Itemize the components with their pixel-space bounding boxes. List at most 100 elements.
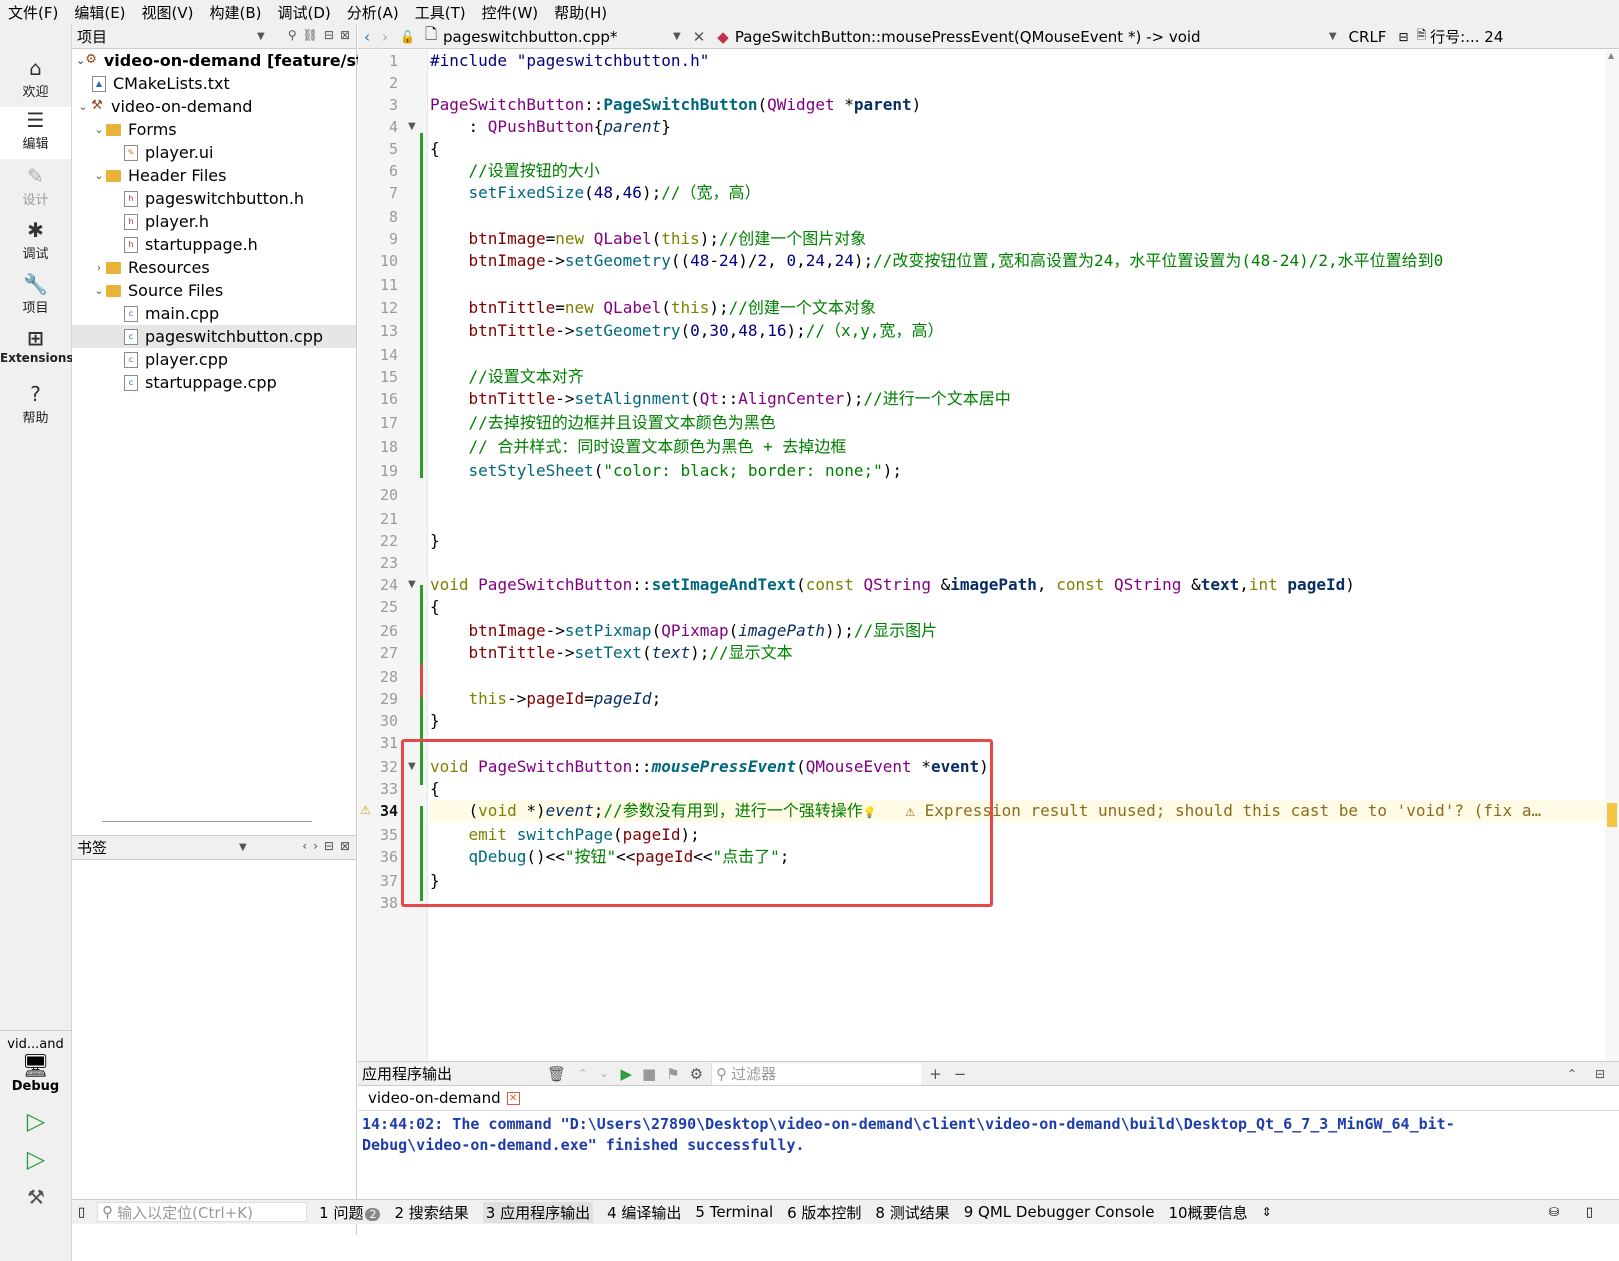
locator-input[interactable]: ⚲ 输入以定位(Ctrl+K) (97, 1202, 308, 1222)
line-number[interactable]: 15 (358, 366, 398, 388)
chevron-down-icon[interactable]: ⌄ (76, 95, 90, 118)
line-number[interactable]: 9 (358, 228, 398, 250)
build-hammer-icon[interactable]: ⚒ (22, 1183, 50, 1211)
close-icon[interactable]: ✕ (693, 28, 706, 46)
mode-design[interactable]: ✎ 设计 (0, 163, 71, 215)
mode-edit[interactable]: ☰ 编辑 (0, 107, 71, 159)
line-number[interactable]: 28 (358, 666, 398, 688)
more-tabs-icon[interactable]: ⇕ (1262, 1205, 1272, 1219)
mode-welcome[interactable]: ⌂ 欢迎 (0, 55, 71, 107)
tree-item-pageswitchbutton-h[interactable]: h pageswitchbutton.h (72, 187, 356, 210)
debug-run-icon[interactable]: ▷ (22, 1145, 50, 1173)
dropdown-arrow-icon[interactable]: ▼ (1329, 31, 1337, 42)
line-number[interactable]: 27 (358, 642, 398, 664)
chevron-up-icon[interactable]: ⌃ (578, 1067, 587, 1080)
symbol-selector[interactable]: PageSwitchButton::mousePressEvent(QMouse… (735, 28, 1329, 46)
stop-icon[interactable]: ■ (642, 1065, 656, 1083)
line-number[interactable]: 22 (358, 530, 398, 552)
line-number[interactable]: 36 (358, 846, 398, 868)
line-number[interactable]: 23 (358, 552, 398, 574)
line-number[interactable]: 5 (358, 138, 398, 160)
code-line[interactable]: { (430, 596, 440, 618)
code-line[interactable]: #include "pageswitchbutton.h" (430, 50, 709, 72)
dropdown-arrow-icon[interactable]: ▼ (673, 31, 681, 42)
menu-controls[interactable]: 控件(W) (482, 2, 539, 23)
chevron-down-icon[interactable]: ⌄ (92, 164, 106, 187)
menu-view[interactable]: 视图(V) (142, 2, 194, 23)
line-number[interactable]: 26 (358, 620, 398, 642)
open-file-selector[interactable]: pageswitchbutton.cpp* (443, 28, 673, 46)
line-number[interactable]: 8 (358, 206, 398, 228)
line-number[interactable]: 10 (358, 250, 398, 272)
chevron-down-icon[interactable]: ⌄ (599, 1067, 608, 1080)
status-tab-terminal[interactable]: 5 Terminal (695, 1203, 773, 1221)
code-line[interactable]: } (430, 710, 440, 732)
play-icon[interactable]: ▶ (620, 1065, 632, 1083)
code-line[interactable]: { (430, 138, 440, 160)
code-line[interactable]: //去掉按钮的边框并且设置文本颜色为黑色 (430, 412, 776, 434)
status-tab-search[interactable]: 2 搜索结果 (394, 1202, 468, 1223)
code-line[interactable]: //设置文本对齐 (430, 366, 584, 388)
mode-extensions[interactable]: ⊞ Extensions (0, 325, 74, 377)
toggle-right-sidebar-icon[interactable]: ▯ (1586, 1205, 1593, 1220)
code-line[interactable]: void PageSwitchButton::setImageAndText(c… (430, 574, 1355, 596)
fold-marker-icon[interactable]: ▼ (408, 121, 416, 132)
split-icon[interactable]: ⊟ (324, 839, 334, 853)
line-number[interactable]: 6 (358, 160, 398, 182)
toggle-sidebar-icon[interactable]: ▯ (78, 1205, 85, 1220)
line-ending[interactable]: CRLF (1349, 28, 1387, 46)
line-number[interactable]: 13 (358, 320, 398, 342)
menu-help[interactable]: 帮助(H) (554, 2, 607, 23)
output-filter-input[interactable]: ⚲ 过滤器 (711, 1062, 922, 1085)
code-line[interactable]: // 合并样式：同时设置文本颜色为黑色 + 去掉边框 (430, 436, 847, 458)
line-number[interactable]: 1 (358, 50, 398, 72)
chevron-down-icon[interactable]: ⌄ (92, 279, 106, 302)
menu-debug[interactable]: 调试(D) (278, 2, 331, 23)
tree-item-forms[interactable]: ⌄ Forms (72, 118, 356, 141)
close-pane-icon[interactable]: ⊟ (1595, 1067, 1605, 1081)
code-line[interactable]: btnTittle->setGeometry(0,30,48,16);//（x,… (430, 320, 944, 342)
encoding-icon[interactable]: ⊟ (1398, 30, 1408, 44)
line-number[interactable]: 18 (358, 436, 398, 458)
scroll-up-icon[interactable]: ▲ (1608, 51, 1614, 60)
close-pane-icon[interactable]: ⊠ (340, 28, 350, 42)
code-line[interactable]: setStyleSheet("color: black; border: non… (430, 460, 903, 482)
tree-item-header-files[interactable]: ⌄ Header Files (72, 164, 356, 187)
tree-item-startuppage-cpp[interactable]: c startuppage.cpp (72, 371, 356, 394)
line-number[interactable]: 24 (358, 574, 398, 596)
link-icon[interactable]: ⛓ (303, 28, 318, 42)
minus-icon[interactable]: − (954, 1065, 967, 1083)
status-tab-compile-output[interactable]: 4 编译输出 (607, 1202, 681, 1223)
tree-item-player-cpp[interactable]: c player.cpp (72, 348, 356, 371)
mode-help[interactable]: ? 帮助 (0, 381, 71, 433)
line-number[interactable]: 37 (358, 870, 398, 892)
line-number[interactable]: 29 (358, 688, 398, 710)
chevron-right-icon[interactable]: › (92, 256, 106, 279)
code-line[interactable]: btnTittle->setAlignment(Qt::AlignCenter)… (430, 388, 1011, 410)
tree-item-startuppage-h[interactable]: h startuppage.h (72, 233, 356, 256)
code-line[interactable]: PageSwitchButton::PageSwitchButton(QWidg… (430, 94, 921, 116)
mode-projects[interactable]: 🔧 项目 (0, 271, 71, 323)
back-arrow-icon[interactable]: ‹ (364, 28, 370, 46)
attach-icon[interactable]: ⚑ (666, 1065, 679, 1083)
warning-icon[interactable]: ⚠ (360, 803, 371, 817)
line-number[interactable]: 2 (358, 72, 398, 94)
line-number[interactable]: 12 (358, 297, 398, 319)
code-line[interactable]: this->pageId=pageId; (430, 688, 662, 710)
warning-marker[interactable] (1607, 803, 1617, 827)
fold-marker-icon[interactable]: ▼ (408, 579, 416, 590)
chevron-right-icon[interactable]: › (313, 839, 318, 853)
tree-item-pageswitchbutton-cpp[interactable]: c pageswitchbutton.cpp (72, 325, 356, 348)
trash-icon[interactable]: 🗑 (547, 1065, 566, 1083)
tree-item-main-cpp[interactable]: c main.cpp (72, 302, 356, 325)
line-number[interactable]: 16 (358, 388, 398, 410)
bookmark-icon[interactable]: 🗎 (1417, 26, 1427, 47)
menu-file[interactable]: 文件(F) (8, 2, 58, 23)
line-number[interactable]: 7 (358, 182, 398, 204)
split-icon[interactable]: ⊟ (324, 28, 334, 42)
line-number[interactable]: 38 (358, 892, 398, 914)
line-number[interactable]: 31 (358, 732, 398, 754)
code-line[interactable]: btnImage->setGeometry((48-24)/2, 0,24,24… (430, 250, 1444, 272)
status-tab-app-output[interactable]: 3 应用程序输出 (482, 1201, 594, 1223)
close-tab-icon[interactable]: ✕ (506, 1091, 520, 1105)
